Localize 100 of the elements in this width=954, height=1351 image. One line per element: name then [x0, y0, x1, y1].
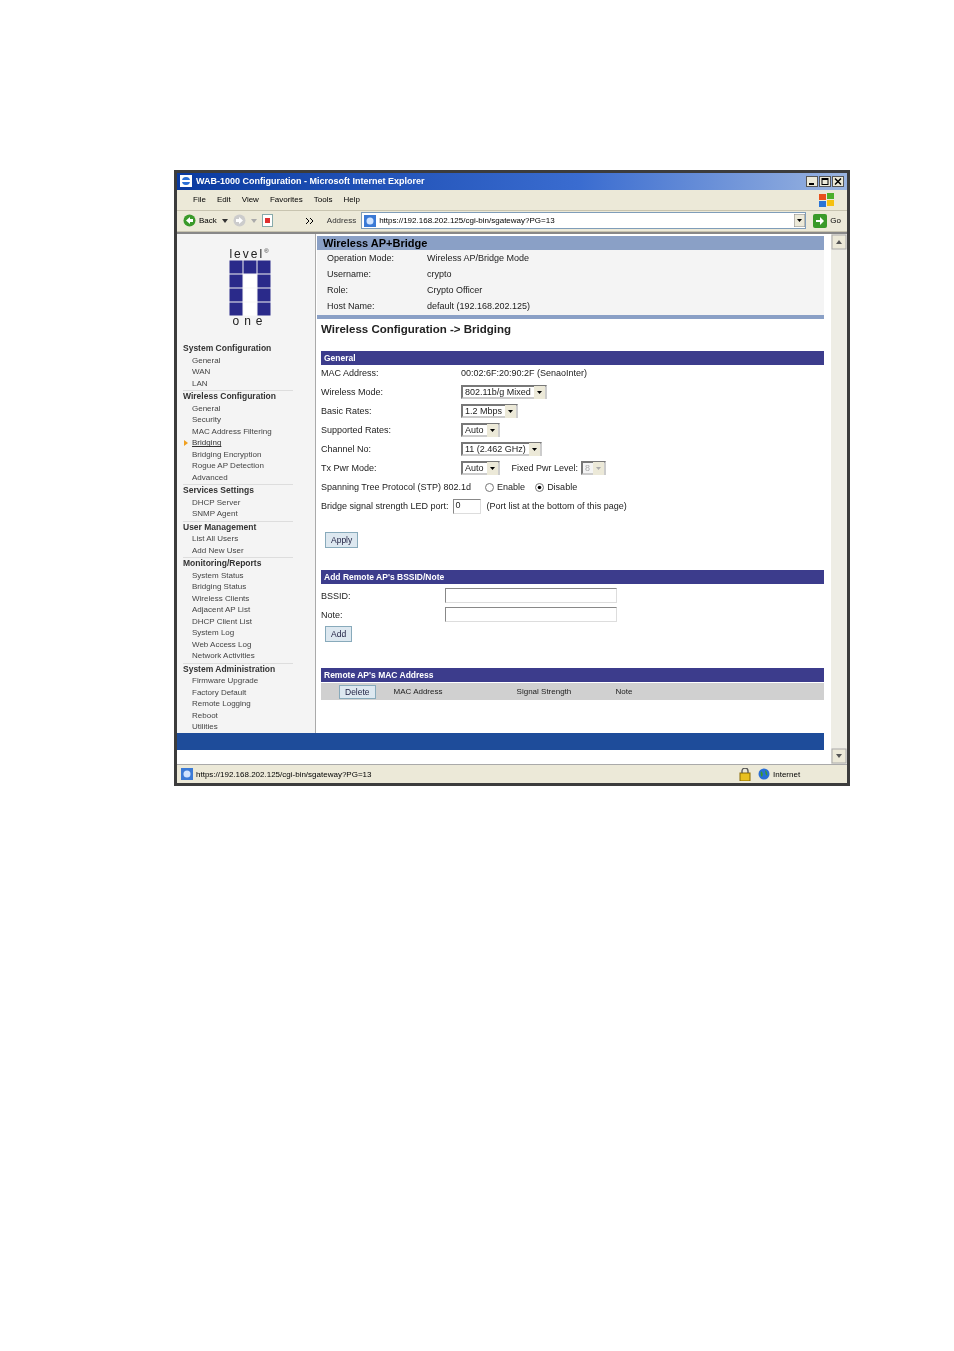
dropdown[interactable]: 1.2 Mbps — [461, 404, 519, 419]
nav-link[interactable]: Security — [192, 414, 221, 426]
nav-link[interactable]: Bridging — [192, 437, 222, 449]
column-header: Note — [615, 687, 633, 697]
nav-heading: System Configuration — [183, 343, 273, 355]
globe-icon — [758, 768, 770, 781]
dropdown-caret-icon[interactable] — [221, 218, 228, 223]
field-label: BSSID: — [321, 590, 352, 601]
menu-item[interactable]: File — [193, 195, 206, 205]
nav-link[interactable]: List All Users — [192, 533, 239, 545]
field-label: Wireless Mode: — [321, 387, 384, 398]
nav-heading: System Administration — [183, 663, 277, 676]
dropdown[interactable]: 11 (2.462 GHz) — [461, 442, 542, 457]
info-value: crypto — [427, 268, 453, 282]
nav-link[interactable]: Factory Default — [192, 686, 247, 699]
section-header: Remote AP's MAC Address — [321, 668, 824, 683]
nav-link[interactable]: Reboot — [192, 709, 218, 722]
minimize-icon[interactable] — [806, 175, 818, 187]
close-icon[interactable] — [832, 175, 844, 187]
go-arrow-icon — [813, 213, 828, 228]
field-label: Spanning Tree Protocol (STP) 802.1d — [321, 482, 472, 493]
nav-link[interactable]: DHCP Client List — [192, 615, 252, 628]
radio-option[interactable]: Disable — [535, 482, 578, 493]
dropdown[interactable]: 802.11b/g Mixed — [461, 385, 547, 400]
field-value: 00:02:6F:20:90:2F (SenaoInter) — [461, 368, 588, 379]
menu-item[interactable]: Help — [343, 195, 360, 205]
nav-link[interactable]: Network Activities — [192, 650, 255, 662]
field-label: Channel No: — [321, 444, 373, 455]
nav-heading: User Management — [183, 521, 258, 534]
status-text: https://192.168.202.125/cgi-bin/sgateway?PG=13 — [196, 769, 373, 779]
page-icon — [181, 768, 193, 781]
menu-item[interactable]: View — [241, 195, 259, 205]
field-label: Bridge signal strength LED port: — [321, 501, 449, 512]
nav-link[interactable]: Advanced — [192, 471, 228, 484]
nav-link[interactable]: Utilities — [192, 721, 218, 733]
field-label: Supported Rates: — [321, 425, 393, 436]
stop-page-icon[interactable] — [261, 214, 273, 228]
maximize-icon[interactable] — [819, 175, 831, 187]
input-field[interactable] — [445, 607, 617, 623]
nav-link[interactable]: LAN — [192, 377, 208, 390]
arrow-marker-icon — [184, 440, 188, 446]
dropdown[interactable]: Auto — [461, 461, 500, 476]
nav-link[interactable]: System Log — [192, 627, 235, 639]
header-title: Wireless AP+Bridge — [317, 236, 824, 251]
field-label: Basic Rates: — [321, 406, 373, 417]
chevron-icon[interactable] — [305, 217, 314, 224]
menu-item[interactable]: Edit — [216, 195, 231, 205]
nav-heading: Wireless Configuration — [183, 391, 277, 403]
nav-link[interactable]: General — [192, 354, 221, 367]
field-label: Tx Pwr Mode: — [321, 463, 378, 474]
nav-link[interactable]: DHCP Server — [192, 496, 241, 509]
nav-link[interactable]: Bridging Status — [192, 581, 247, 593]
field-label: MAC Address: — [321, 368, 380, 379]
menu-item[interactable]: Favorites — [269, 195, 303, 205]
nav-link[interactable]: Add New User — [192, 544, 244, 557]
menu-item[interactable]: Tools — [313, 195, 333, 205]
input-field[interactable] — [445, 588, 617, 604]
dropdown-arrow-icon[interactable] — [794, 214, 806, 228]
field-label: Note: — [321, 609, 344, 620]
nav-link[interactable]: Wireless Clients — [192, 592, 250, 605]
add-button[interactable]: Add — [325, 626, 353, 643]
info-value: Wireless AP/Bridge Mode — [427, 252, 531, 266]
nav-link[interactable]: MAC Address Filtering — [192, 425, 272, 438]
go-button[interactable]: Go — [813, 213, 841, 228]
back-button[interactable]: Back — [183, 214, 217, 228]
nav-link[interactable]: WAN — [192, 366, 211, 378]
page-icon — [364, 214, 377, 227]
address-field[interactable]: https://192.168.202.125/cgi-bin/sgateway?PG=13 — [361, 212, 807, 230]
nav-link[interactable]: Adjacent AP List — [192, 604, 251, 616]
info-label: Host Name: — [327, 300, 376, 314]
back-arrow-icon — [183, 214, 196, 228]
info-label: Username: — [327, 268, 372, 282]
column-header: Signal Strength — [516, 687, 573, 697]
apply-button[interactable]: Apply — [325, 532, 359, 549]
nav-link[interactable]: Web Access Log — [192, 638, 252, 651]
hint-text: (Port list at the bottom of this page) — [486, 501, 627, 512]
column-header: MAC Address — [393, 687, 444, 697]
logo-text: level$^{®}$ — [229, 246, 271, 261]
info-value: default (192.168.202.125) — [427, 300, 532, 314]
address-label: Address — [326, 216, 357, 226]
nav-link[interactable]: System Status — [192, 569, 244, 582]
zone-text: Internet — [773, 769, 802, 779]
browser-icon — [180, 175, 192, 188]
nav-link[interactable]: Firmware Upgrade — [192, 675, 259, 687]
nav-link[interactable]: Bridging Encryption — [192, 448, 262, 461]
section-header: General — [321, 351, 824, 366]
nav-link[interactable]: General — [192, 402, 221, 415]
delete-button[interactable]: Delete — [339, 684, 376, 699]
page-title: Wireless Configuration -> Bridging — [320, 322, 512, 338]
dropdown[interactable]: Auto — [461, 423, 500, 438]
nav-heading: Services Settings — [183, 485, 255, 497]
nav-link[interactable]: Rogue AP Detection — [192, 460, 264, 472]
info-value: Crypto Officer — [427, 284, 484, 298]
nav-heading: Monitoring/Reports — [183, 558, 263, 570]
radio-option[interactable]: Enable — [485, 482, 526, 493]
scrollbar-icon[interactable] — [831, 234, 847, 765]
input-field[interactable]: 0 — [452, 498, 481, 514]
nav-link[interactable]: SNMP Agent — [192, 508, 238, 520]
field-label: Fixed Pwr Level: — [511, 463, 579, 474]
nav-link[interactable]: Remote Logging — [192, 698, 251, 710]
